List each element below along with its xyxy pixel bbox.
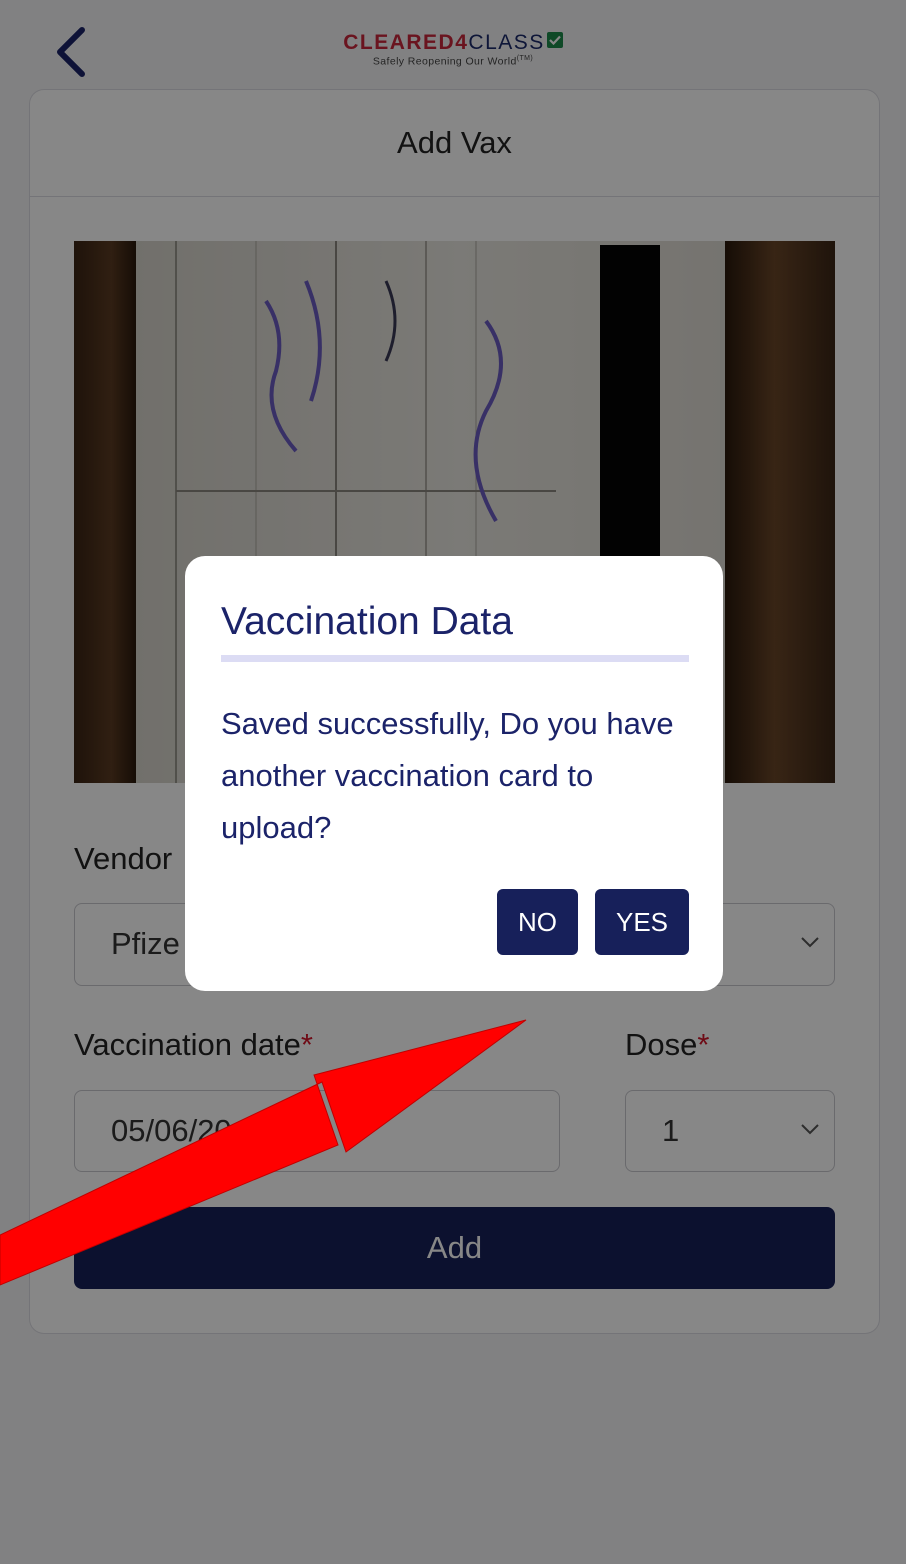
no-button[interactable]: NO — [497, 889, 578, 955]
yes-button-label: YES — [615, 906, 669, 937]
dialog-title: Vaccination Data — [221, 600, 513, 643]
yes-button[interactable]: YES — [595, 889, 689, 955]
vaccination-data-dialog: Vaccination Data Saved successfully, Do … — [185, 556, 723, 991]
no-button-label: NO — [518, 906, 557, 937]
dialog-message: Saved successfully, Do you have another … — [221, 706, 674, 845]
dialog-divider — [221, 655, 689, 662]
